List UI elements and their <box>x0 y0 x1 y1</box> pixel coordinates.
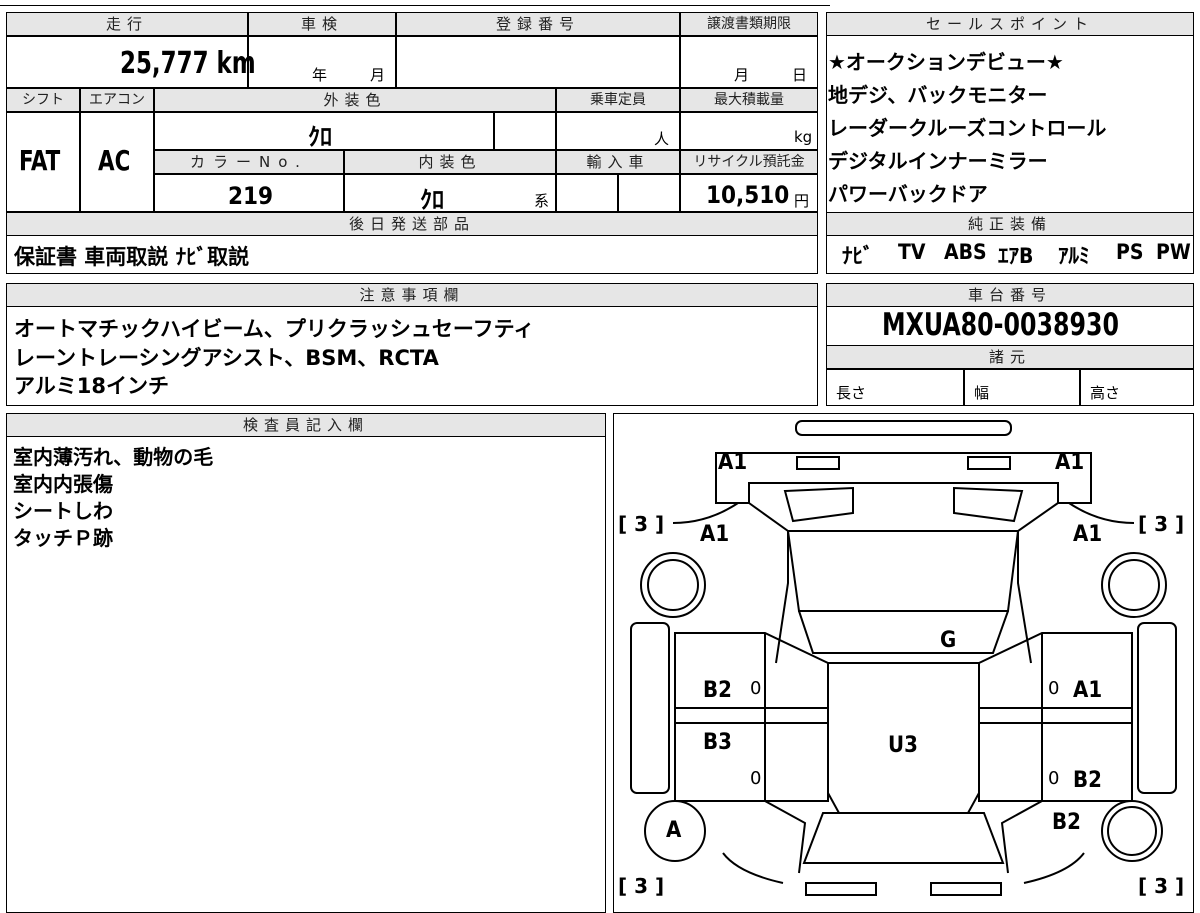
recycle-unit: 円 <box>794 192 810 210</box>
exterior-header: 外装色 <box>154 88 556 112</box>
inspector-line-4: タッチＰ跡 <box>13 526 113 550</box>
registration-header: 登録番号 <box>396 12 680 36</box>
label-fender-left: A1 <box>700 522 730 547</box>
inspection-month: 月 <box>370 66 386 84</box>
spec-width: 幅 <box>974 384 990 402</box>
notes-header: 注意事項欄 <box>6 283 818 307</box>
label-zero-1: 0 <box>750 678 762 699</box>
label-front-right: A1 <box>1055 450 1085 475</box>
label-bracket-tr: [ 3 ] <box>1138 512 1185 536</box>
label-roof: U3 <box>888 733 918 758</box>
label-windshield: G <box>940 628 957 653</box>
inspector-line-2: 室内内張傷 <box>13 472 113 496</box>
car-outline-diagram <box>630 420 1177 896</box>
load-header: 最大積載量 <box>680 88 818 112</box>
spec-header: 諸元 <box>826 345 1194 369</box>
import-cell-1 <box>556 174 618 212</box>
sales-line-3: レーダークルーズコントロール <box>828 116 1107 140</box>
import-cell-2 <box>618 174 680 212</box>
exterior-sub-cell <box>494 112 556 150</box>
recycle-value: 10,510 <box>706 181 790 209</box>
registration-cell <box>396 36 680 88</box>
recycle-header: リサイクル預託金 <box>680 150 818 174</box>
label-bracket-tl: [ 3 ] <box>618 512 665 536</box>
equipment-header: 純正装備 <box>826 212 1194 236</box>
color-no-header: カラーNo. <box>154 150 344 174</box>
equipment-pw: PW <box>1156 240 1191 264</box>
sales-header: セールスポイント <box>826 12 1194 36</box>
inspection-year: 年 <box>312 66 328 84</box>
label-bracket-br: [ 3 ] <box>1138 874 1185 898</box>
color-no-value: 219 <box>228 182 274 210</box>
label-front-left: A1 <box>718 450 748 475</box>
spec-length: 長さ <box>836 384 867 402</box>
notes-line-2: レーントレーシングアシスト、BSM、RCTA <box>14 346 439 370</box>
equipment-abs: ABS <box>944 240 987 264</box>
equipment-ps: PS <box>1116 240 1144 264</box>
label-zero-4: 0 <box>1048 768 1060 789</box>
label-wheel-rl: A <box>666 818 682 843</box>
later-parts-value: 保証書 車両取説 ﾅﾋﾞ取説 <box>14 245 250 269</box>
mileage-header: 走行 <box>6 12 248 36</box>
interior-value: ｸﾛ <box>420 186 444 214</box>
label-fender-right: A1 <box>1073 522 1103 547</box>
notes-line-1: オートマチックハイビーム、プリクラッシュセーフティ <box>14 317 535 341</box>
mileage-value: 25,777 km <box>120 46 256 81</box>
sales-line-4: デジタルインナーミラー <box>828 149 1048 173</box>
sales-line-1: ★オークションデビュー★ <box>828 50 1064 74</box>
label-quarter-rr: B2 <box>1052 810 1081 835</box>
inspector-line-3: シートしわ <box>13 499 113 523</box>
chassis-value: MXUA80-0038930 <box>882 307 1119 343</box>
top-strip <box>0 0 830 6</box>
transfer-header: 譲渡書類期限 <box>680 12 818 36</box>
ac-header: エアコン <box>80 88 154 112</box>
inspector-header: 検査員記入欄 <box>6 413 606 437</box>
transfer-month: 月 <box>734 66 750 84</box>
inspection-header: 車検 <box>248 12 396 36</box>
label-door-fl: B2 <box>703 678 732 703</box>
later-parts-header: 後日発送部品 <box>6 212 818 236</box>
sales-line-2: 地デジ、バックモニター <box>828 83 1048 107</box>
label-door-rr: B2 <box>1073 768 1102 793</box>
transfer-day: 日 <box>792 66 808 84</box>
sales-line-5: パワーバックドア <box>828 182 988 206</box>
equipment-airbag: ｴｱB <box>998 244 1034 268</box>
equipment-tv: TV <box>898 240 926 264</box>
notes-line-3: アルミ18インチ <box>14 374 170 398</box>
interior-cell <box>344 174 556 212</box>
spec-height: 高さ <box>1090 384 1121 402</box>
equipment-navi: ﾅﾋﾞ <box>842 244 874 268</box>
shift-header: シフト <box>6 88 80 112</box>
label-door-rl: B3 <box>703 730 732 755</box>
inspector-line-1: 室内薄汚れ、動物の毛 <box>13 445 214 469</box>
interior-suffix: 系 <box>534 192 550 210</box>
capacity-header: 乗車定員 <box>556 88 680 112</box>
capacity-unit: 人 <box>654 130 670 148</box>
label-zero-3: 0 <box>750 768 762 789</box>
label-bracket-bl: [ 3 ] <box>618 874 665 898</box>
interior-header: 内装色 <box>344 150 556 174</box>
equipment-alloy: ｱﾙﾐ <box>1058 244 1090 268</box>
label-door-fr: A1 <box>1073 678 1103 703</box>
shift-value: FAT <box>19 144 61 177</box>
chassis-header: 車台番号 <box>826 283 1194 307</box>
ac-value: AC <box>98 144 131 177</box>
label-zero-2: 0 <box>1048 678 1060 699</box>
import-header: 輸入車 <box>556 150 680 174</box>
load-unit: kg <box>794 128 813 146</box>
exterior-value: ｸﾛ <box>308 123 332 151</box>
